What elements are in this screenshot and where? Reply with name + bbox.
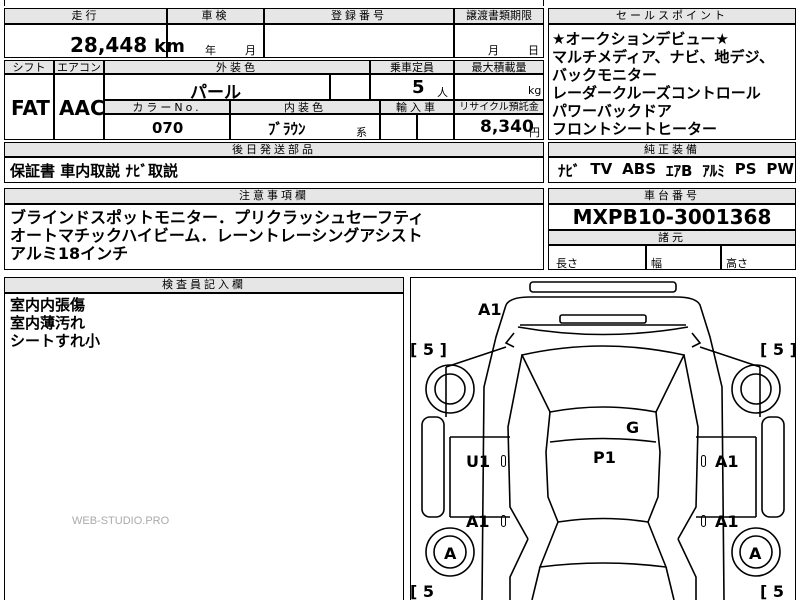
equipment-list: ﾅﾋﾞ TV ABS ｴｱB ｱﾙﾐ PS PW [558,160,794,181]
shift-value: FAT [11,96,50,120]
note-line: オートマチックハイビーム．レーントレーシングアシスト [10,226,423,245]
registration-cell [264,24,454,58]
mark-a1-right-rear: A1 [715,512,739,531]
recycle-unit: 円 [529,126,540,139]
equipment-item: ｴｱB [665,162,693,180]
inspector-note: シートすれ小 [10,332,101,350]
mark-p1: P1 [593,448,616,467]
sales-point-item: パワーバックドア [552,102,672,120]
tread-front-right: [ 5 ] [760,340,797,359]
equipment-item: ｱﾙﾐ [702,162,725,180]
import-cell-a [380,114,417,140]
later-parts-header: 後日発送部品 [4,142,544,157]
tread-rear-right: [ 5 [760,582,785,600]
color-no-value: 070 [152,119,184,137]
import-cell-b [417,114,454,140]
capacity-value: 5 [412,77,425,98]
transfer-month: 月 [488,44,499,57]
mileage-header: 走行 [4,8,167,24]
equipment-item: ABS [622,160,657,178]
mark-dot [701,455,706,467]
chassis-header: 車台番号 [548,188,796,204]
tread-rear-left: [ 5 [410,582,435,600]
height-label: 高さ [726,257,748,270]
equipment-item: ﾅﾋﾞ [558,162,581,180]
mark-dot [501,455,506,467]
mark-u1-left: U1 [466,452,491,471]
import-header: 輸入車 [380,100,454,114]
capacity-unit: 人 [437,86,448,99]
color-no-header: カラーNo. [104,100,230,114]
exterior-color-side [330,74,370,100]
max-load-header: 最大積載量 [454,60,544,74]
transfer-day: 日 [528,44,539,57]
capacity-header: 乗車定員 [370,60,454,74]
mark-a-left: A [444,544,457,563]
equipment-item: PW [766,160,794,178]
sales-point-item: レーダークルーズコントロール [552,84,761,102]
mark-a1-right-front: A1 [715,452,739,471]
mark-dot [501,515,506,527]
aircon-value: AAC [59,96,105,120]
interior-color-suffix: 系 [356,126,367,139]
notes-list: ブラインドスポットモニター．プリクラッシュセーフティ オートマチックハイビーム．… [10,209,540,263]
sales-points-list: ★オークションデビュー★ マルチメディア、ナビ、地デジ、 バックモニター レーダ… [552,30,796,138]
interior-color-value: ﾌﾞﾗｳﾝ [268,120,306,138]
recycle-header: リサイクル預託金 [454,100,544,114]
mark-dot [701,515,706,527]
sales-point-item: ★オークションデビュー★ [552,30,729,48]
aircon-header: エアコン [54,60,104,74]
mark-g: G [626,418,640,437]
interior-color-header: 内装色 [230,100,380,114]
mark-a-right: A [749,544,762,563]
length-label: 長さ [556,257,578,270]
note-line: ブラインドスポットモニター．プリクラッシュセーフティ [10,208,425,227]
transfer-header: 譲渡書類期限 [454,8,544,24]
shift-header: シフト [4,60,54,74]
car-diagram [421,281,785,600]
inspection-month: 月 [245,44,256,57]
notes-header: 注意事項欄 [4,188,544,204]
inspection-year: 年 [205,44,216,57]
inspector-notes: 室内内張傷 室内薄汚れ シートすれ小 [10,296,100,350]
equipment-item: TV [590,160,613,178]
sales-point-item: マルチメディア、ナビ、地デジ、 [552,48,775,66]
recycle-value: 8,340 [480,117,534,137]
sales-points-header: セールスポイント [548,8,796,24]
sales-point-item: バックモニター [552,66,658,84]
equipment-header: 純正装備 [548,142,796,157]
mark-a1-left-rear: A1 [466,512,490,531]
width-label: 幅 [651,257,662,270]
top-strip [4,0,544,6]
max-load-unit: kg [528,84,542,97]
registration-header: 登録番号 [264,8,454,24]
mark-a1-top: A1 [478,300,502,319]
exterior-color-header: 外装色 [104,60,370,74]
inspector-note: 室内内張傷 [10,296,86,314]
watermark: WEB-STUDIO.PRO [72,515,170,527]
equipment-item: PS [734,160,757,178]
sales-point-item: フロントシートヒーター [552,120,718,138]
inspector-note: 室内薄汚れ [10,314,86,332]
car-outline [421,281,785,600]
later-parts-value: 保証書 車内取説 ﾅﾋﾞ取説 [10,162,178,180]
tread-front-left: [ 5 ] [410,340,447,359]
inspector-header: 検査員記入欄 [4,277,404,293]
chassis-value: MXPB10-3001368 [572,205,772,229]
inspection-header: 車検 [167,8,264,24]
note-line: アルミ18インチ [10,244,129,263]
dimensions-header: 諸元 [548,230,796,245]
